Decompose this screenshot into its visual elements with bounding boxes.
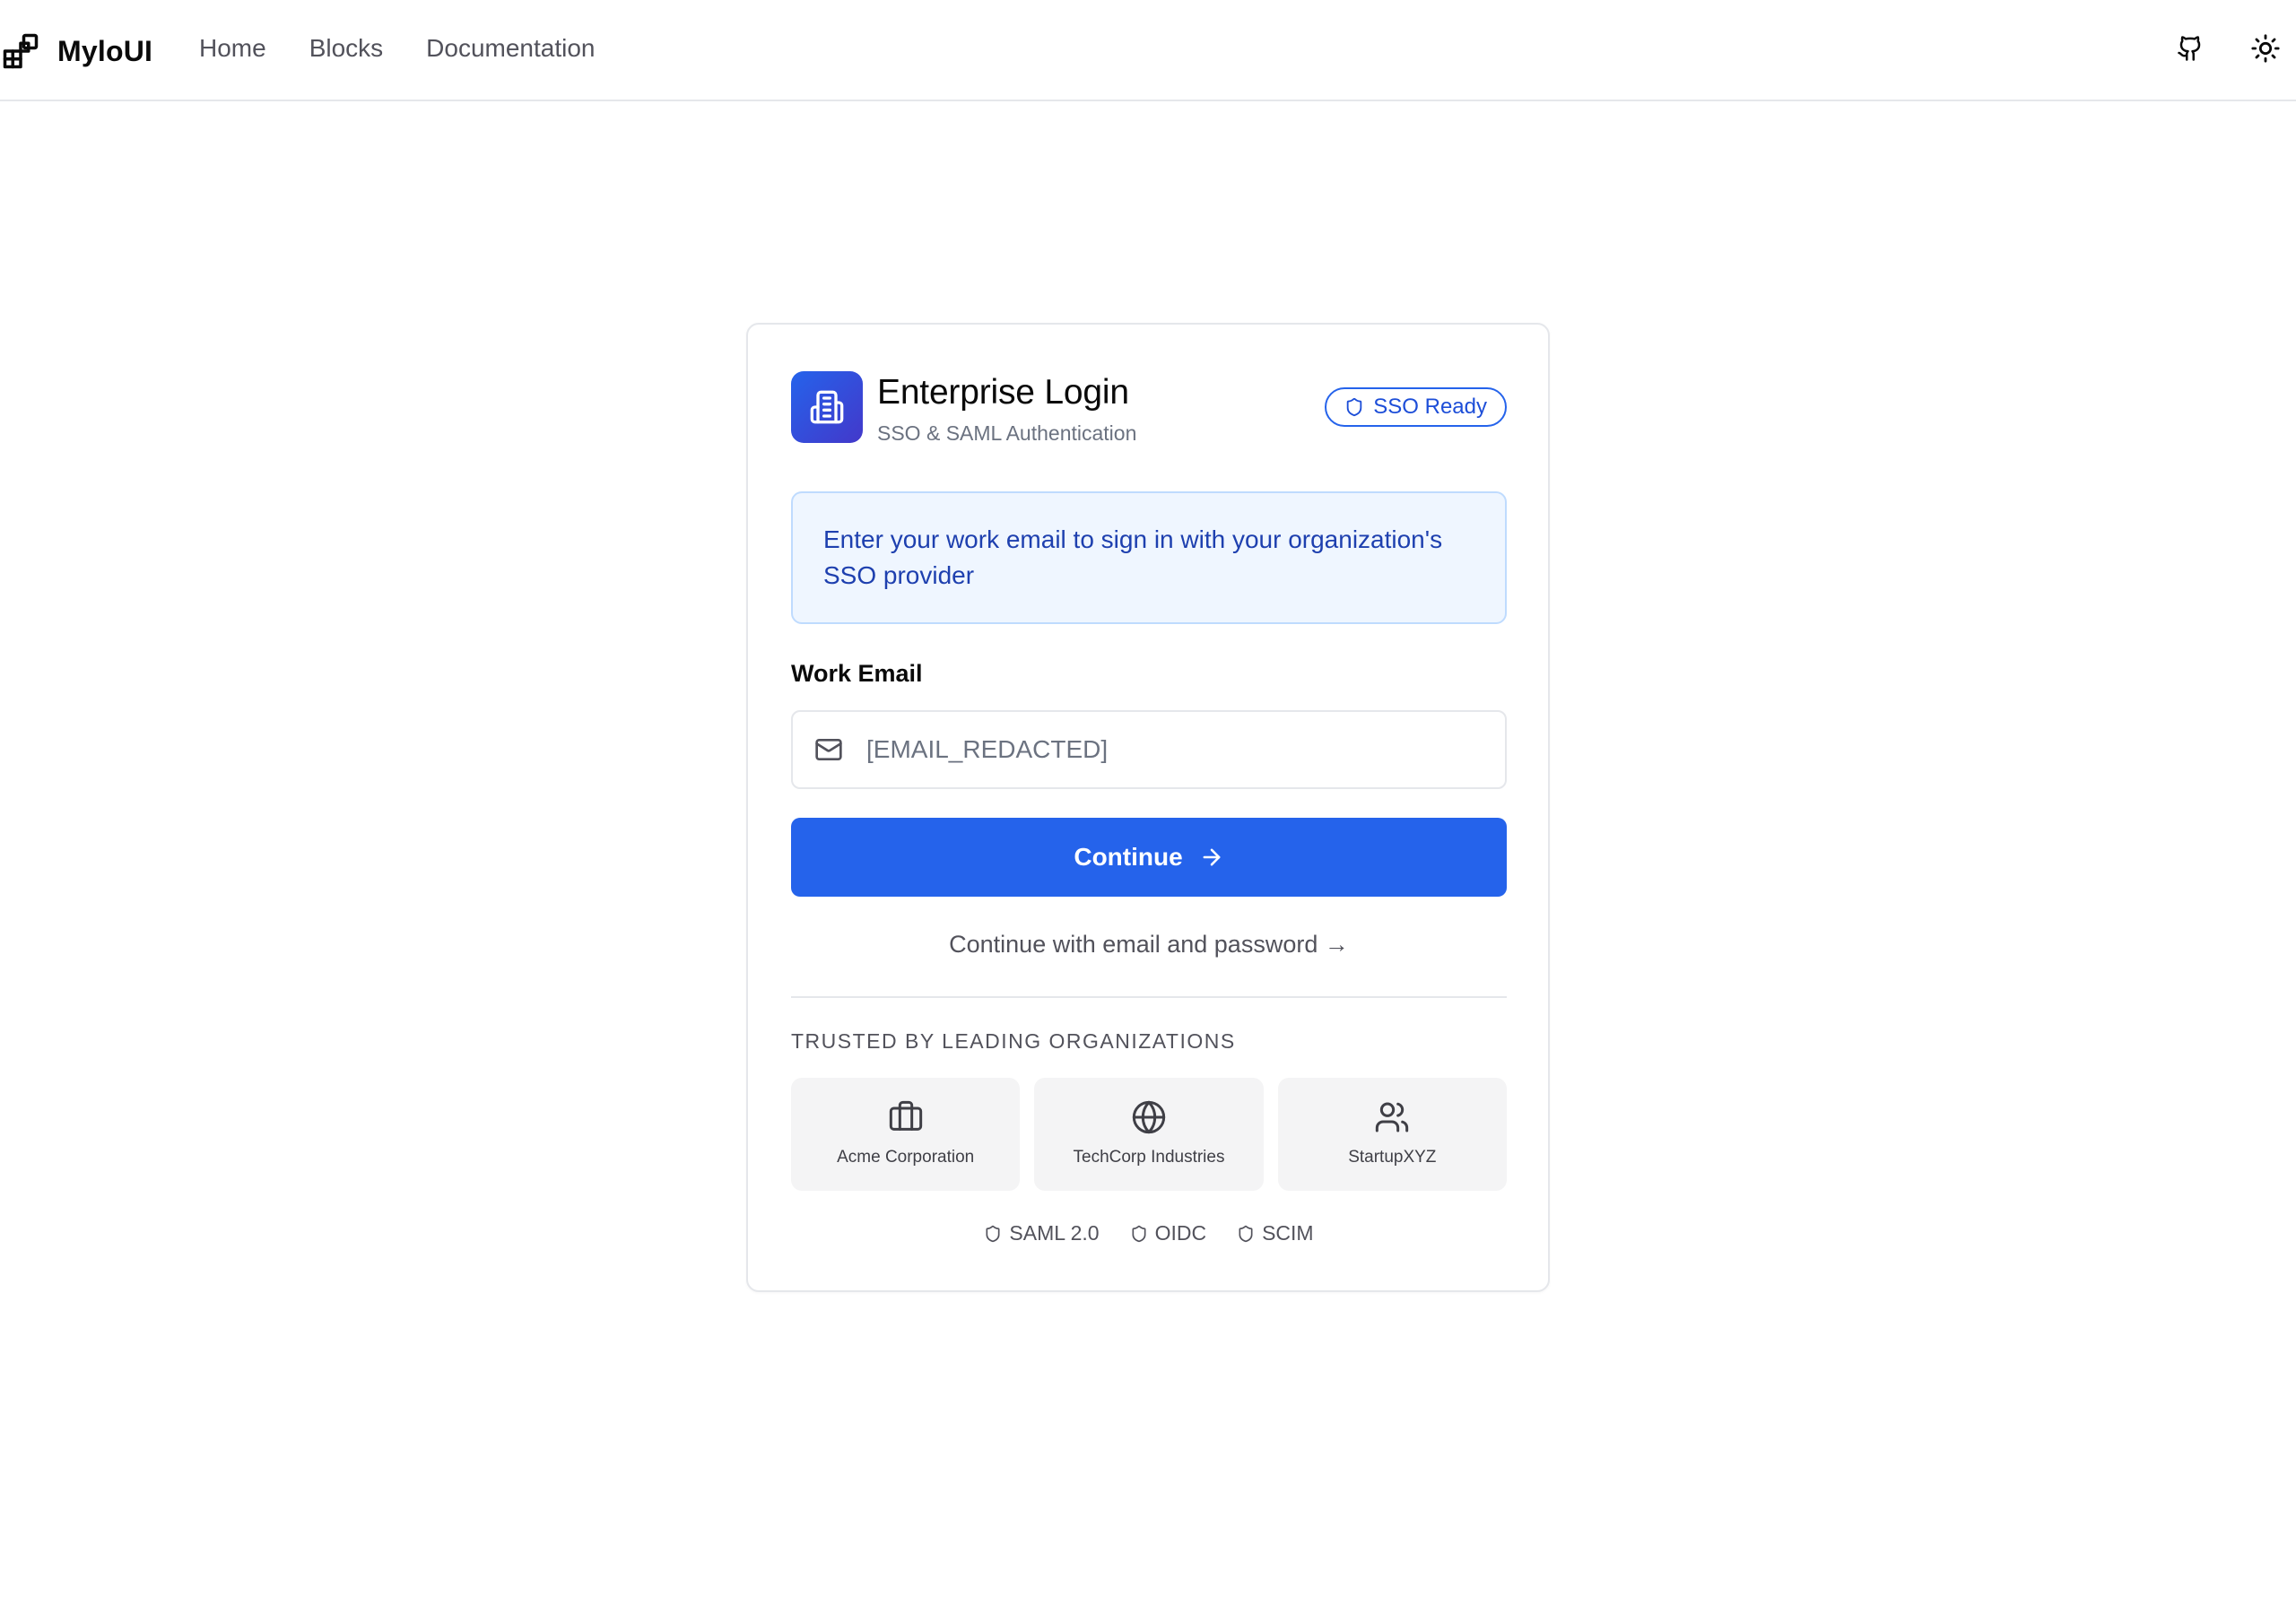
- org-name: Acme Corporation: [837, 1148, 975, 1167]
- sun-icon: [2251, 34, 2280, 63]
- shield-icon: [986, 1225, 1000, 1242]
- org-tile-techcorp[interactable]: TechCorp Industries: [1034, 1078, 1264, 1191]
- globe-icon: [1132, 1100, 1166, 1134]
- blocks-logo-icon: [3, 33, 39, 69]
- card-logo: [791, 371, 863, 443]
- card-title: Enterprise Login: [877, 373, 1129, 412]
- sso-ready-badge: SSO Ready: [1325, 387, 1507, 427]
- org-tile-acme[interactable]: Acme Corporation: [791, 1078, 1021, 1191]
- protocol-oidc: OIDC: [1130, 1221, 1207, 1245]
- theme-toggle-button[interactable]: [2246, 29, 2285, 68]
- divider: [791, 996, 1507, 998]
- email-password-login-link[interactable]: Continue with email and password →: [791, 931, 1507, 959]
- github-button[interactable]: [2170, 29, 2210, 68]
- arrow-right-icon: [1203, 848, 1221, 866]
- work-email-input[interactable]: [866, 735, 1505, 764]
- shield-icon: [1132, 1225, 1146, 1242]
- org-name: StartupXYZ: [1348, 1148, 1437, 1167]
- continue-button-label: Continue: [1074, 843, 1183, 871]
- shield-icon: [1347, 397, 1362, 417]
- trusted-heading: TRUSTED BY LEADING ORGANIZATIONS: [791, 1029, 1236, 1053]
- mail-icon: [815, 739, 842, 760]
- github-icon: [2178, 36, 2201, 61]
- nav-actions: [2170, 29, 2296, 68]
- top-navbar: MyloUI Home Blocks Documentation: [0, 0, 2296, 101]
- work-email-label: Work Email: [791, 660, 923, 687]
- protocol-label: OIDC: [1154, 1221, 1207, 1245]
- main-nav: Home Blocks Documentation: [199, 34, 596, 63]
- enterprise-login-card: Enterprise Login SSO & SAML Authenticati…: [746, 323, 1550, 1292]
- users-icon: [1376, 1102, 1409, 1132]
- card-header: Enterprise Login SSO & SAML Authenticati…: [791, 371, 1507, 445]
- email-field: [791, 710, 1507, 789]
- protocol-saml: SAML 2.0: [984, 1221, 1100, 1245]
- shield-icon: [1239, 1225, 1253, 1242]
- continue-button[interactable]: Continue: [791, 818, 1507, 897]
- nav-link-documentation[interactable]: Documentation: [426, 34, 595, 63]
- sso-info-alert: Enter your work email to sign in with yo…: [791, 491, 1507, 624]
- briefcase-icon: [889, 1100, 922, 1131]
- brand[interactable]: MyloUI: [2, 32, 152, 70]
- card-subtitle: SSO & SAML Authentication: [877, 421, 1137, 445]
- nav-link-home[interactable]: Home: [199, 34, 266, 63]
- supported-protocols: SAML 2.0 OIDC SCIM: [791, 1221, 1507, 1245]
- org-name: TechCorp Industries: [1073, 1148, 1225, 1167]
- protocol-label: SAML 2.0: [1009, 1221, 1100, 1245]
- organization-list: Acme Corporation TechCorp Industries Sta…: [791, 1078, 1507, 1191]
- brand-name: MyloUI: [57, 34, 153, 67]
- protocol-label: SCIM: [1262, 1221, 1314, 1245]
- sso-badge-label: SSO Ready: [1373, 395, 1487, 419]
- building-icon: [810, 390, 844, 424]
- org-tile-startupxyz[interactable]: StartupXYZ: [1277, 1078, 1507, 1191]
- nav-link-blocks[interactable]: Blocks: [309, 34, 383, 63]
- protocol-scim: SCIM: [1237, 1221, 1314, 1245]
